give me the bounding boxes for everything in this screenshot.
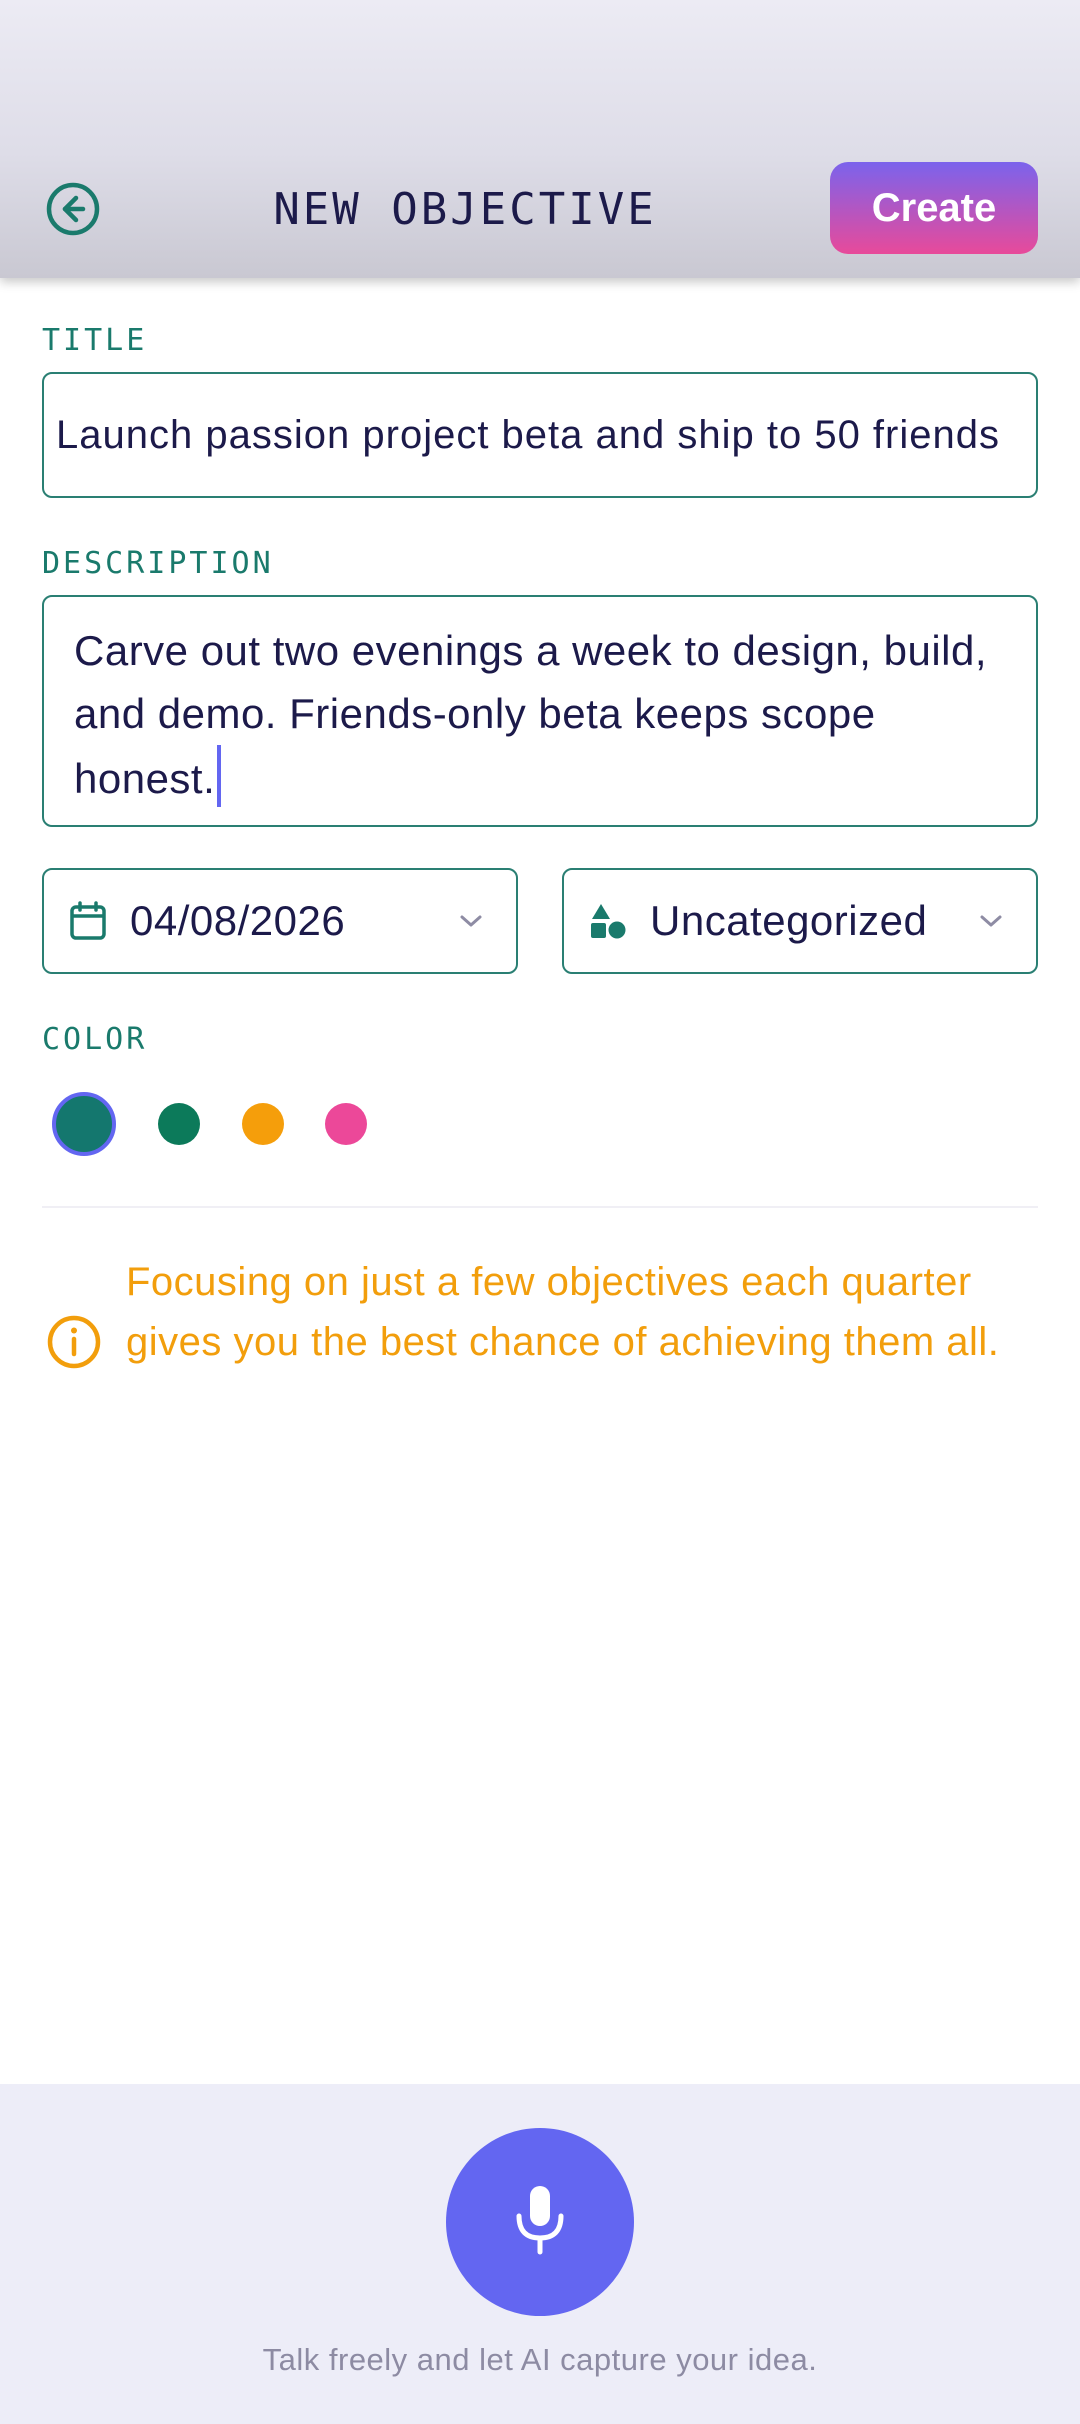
calendar-icon [68, 901, 108, 941]
color-swatch-pink[interactable] [325, 1103, 367, 1145]
microphone-icon [510, 2182, 570, 2262]
category-picker[interactable]: Uncategorized [562, 868, 1038, 974]
back-button[interactable] [42, 180, 104, 242]
color-swatch-teal[interactable] [52, 1092, 116, 1156]
arrow-left-circle-icon [45, 181, 101, 241]
description-value: Carve out two evenings a week to design,… [74, 627, 988, 802]
page-title: NEW OBJECTIVE [273, 184, 657, 235]
voice-hint: Talk freely and let AI capture your idea… [262, 2342, 818, 2377]
description-textarea[interactable]: Carve out two evenings a week to design,… [42, 595, 1038, 827]
shapes-icon [588, 901, 628, 941]
date-picker[interactable]: 04/08/2026 [42, 868, 518, 974]
text-cursor [217, 745, 222, 807]
divider [42, 1206, 1038, 1208]
chevron-down-icon [456, 906, 486, 936]
info-circle-icon [46, 1314, 102, 1370]
description-label: DESCRIPTION [42, 546, 274, 581]
color-swatch-amber[interactable] [242, 1103, 284, 1145]
create-button[interactable]: Create [830, 162, 1038, 254]
title-label: TITLE [42, 323, 148, 358]
color-swatch-green[interactable] [158, 1103, 200, 1145]
app-header: NEW OBJECTIVE Create [0, 0, 1080, 278]
color-label: COLOR [42, 1022, 148, 1057]
title-input-value: Launch passion project beta and ship to … [56, 413, 1000, 457]
category-value: Uncategorized [650, 897, 928, 944]
objectives-tip: Focusing on just a few objectives each q… [126, 1260, 1000, 1364]
title-input[interactable]: Launch passion project beta and ship to … [42, 372, 1038, 498]
date-value: 04/08/2026 [130, 897, 346, 944]
voice-record-button[interactable] [446, 2128, 634, 2316]
chevron-down-icon [976, 906, 1006, 936]
new-objective-screen: NEW OBJECTIVE Create TITLE Launch passio… [0, 0, 1080, 2424]
